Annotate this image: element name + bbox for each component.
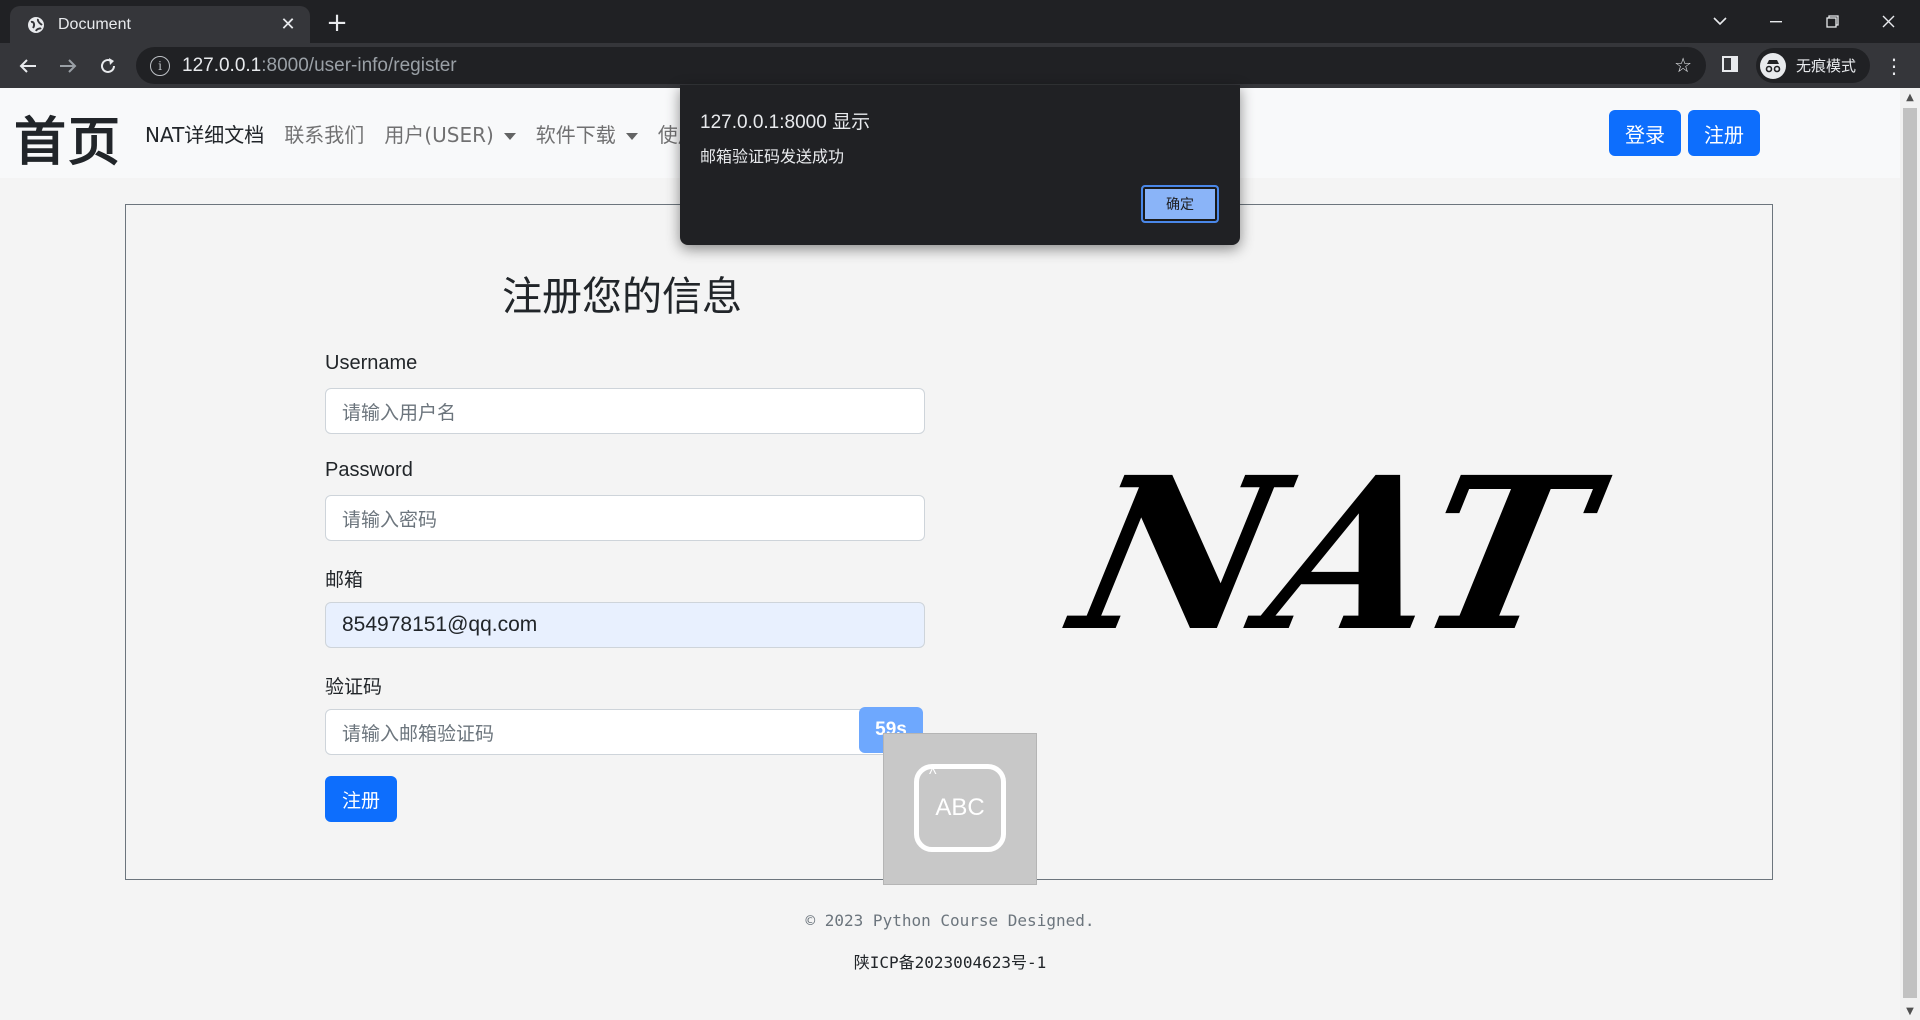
alert-dialog: 127.0.0.1:8000 显示 邮箱验证码发送成功 确定 [680,85,1240,245]
scroll-up-icon[interactable]: ▲ [1900,88,1920,106]
site-brand[interactable]: 首页 [14,100,122,175]
bookmark-star-icon[interactable]: ☆ [1674,53,1692,78]
nav-dropdown-download-label: 软件下载 [535,123,616,147]
browser-tab[interactable]: Document ✕ [10,6,310,43]
caret-up-icon: ^ [929,766,937,783]
dialog-title-host: 127.0.0.1:8000 [700,112,827,133]
username-input[interactable]: 请输入用户名 [325,388,925,434]
footer-icp[interactable]: 陕ICP备2023004623号-1 [0,949,1900,973]
footer-copyright: © 2023 Python Course Designed. [805,911,1095,930]
restore-button[interactable] [1804,0,1860,43]
browser-toolbar: i 127.0.0.1 :8000/user-info/register ☆ 无… [0,43,1920,88]
tab-title: Document [58,15,131,33]
tab-search-chevron-icon[interactable] [1692,0,1748,43]
nav-link-docs[interactable]: NAT详细文档 [145,119,264,148]
nav-links: NAT详细文档 联系我们 用户(USER) 软件下载 使用 [145,119,718,148]
close-window-button[interactable] [1860,0,1916,43]
ime-indicator: ^ ABC [883,733,1037,885]
ime-label: ABC [935,794,985,821]
incognito-profile-button[interactable]: 无痕模式 [1756,48,1870,83]
code-input[interactable]: 请输入邮箱验证码 [325,709,905,755]
code-label: 验证码 [325,676,383,698]
nat-logo-text: NAT [1051,432,1622,658]
nav-dropdown-user-label: 用户(USER) [384,123,494,147]
username-placeholder: 请输入用户名 [342,401,457,424]
nav-dropdown-user[interactable]: 用户(USER) [384,119,516,148]
caret-down-icon [625,133,638,140]
password-input[interactable]: 请输入密码 [325,495,925,541]
password-label: Password [325,459,413,481]
back-icon[interactable] [12,50,44,82]
menu-kebab-icon[interactable]: ⋮ [1884,51,1904,81]
globe-icon [26,15,46,35]
register-submit-button[interactable]: 注册 [325,776,397,822]
dialog-title-suffix: 显示 [832,111,871,133]
email-value: 854978151@qq.com [342,613,538,636]
dialog-message: 邮箱验证码发送成功 [700,147,845,166]
dialog-title: 127.0.0.1:8000 显示 [700,107,870,134]
incognito-icon [1760,52,1786,79]
email-input[interactable]: 854978151@qq.com [325,602,925,648]
login-button[interactable]: 登录 [1609,110,1681,156]
form-title: 注册您的信息 [502,274,742,320]
email-label: 邮箱 [325,569,364,591]
code-placeholder: 请输入邮箱验证码 [342,722,495,745]
reload-icon[interactable] [92,50,124,82]
scroll-down-icon[interactable]: ▼ [1900,1002,1920,1020]
profile-label: 无痕模式 [1796,57,1857,75]
ime-keyboard-icon: ^ ABC [914,764,1006,852]
username-label: Username [325,352,418,374]
side-panel-icon[interactable] [1722,56,1738,72]
url-path: :8000/user-info/register [261,54,457,76]
nav-link-contact[interactable]: 联系我们 [284,119,364,148]
password-placeholder: 请输入密码 [342,508,438,531]
new-tab-button[interactable]: + [322,8,352,38]
scrollbar-thumb[interactable] [1903,108,1917,998]
forward-icon[interactable] [52,50,84,82]
page-scrollbar[interactable]: ▲ ▼ [1900,88,1920,1020]
minimize-button[interactable] [1748,0,1804,43]
address-bar[interactable]: i 127.0.0.1 :8000/user-info/register ☆ [136,47,1706,84]
caret-down-icon [503,133,516,140]
nav-dropdown-download[interactable]: 软件下载 [536,119,638,148]
nat-logo: NAT [1051,432,1622,658]
register-nav-button[interactable]: 注册 [1688,110,1760,156]
browser-tabbar: Document ✕ + [0,0,1920,43]
tab-close-icon[interactable]: ✕ [274,11,302,39]
site-info-icon[interactable]: i [150,55,170,76]
url-host: 127.0.0.1 [182,54,262,76]
dialog-ok-button[interactable]: 确定 [1141,185,1219,223]
